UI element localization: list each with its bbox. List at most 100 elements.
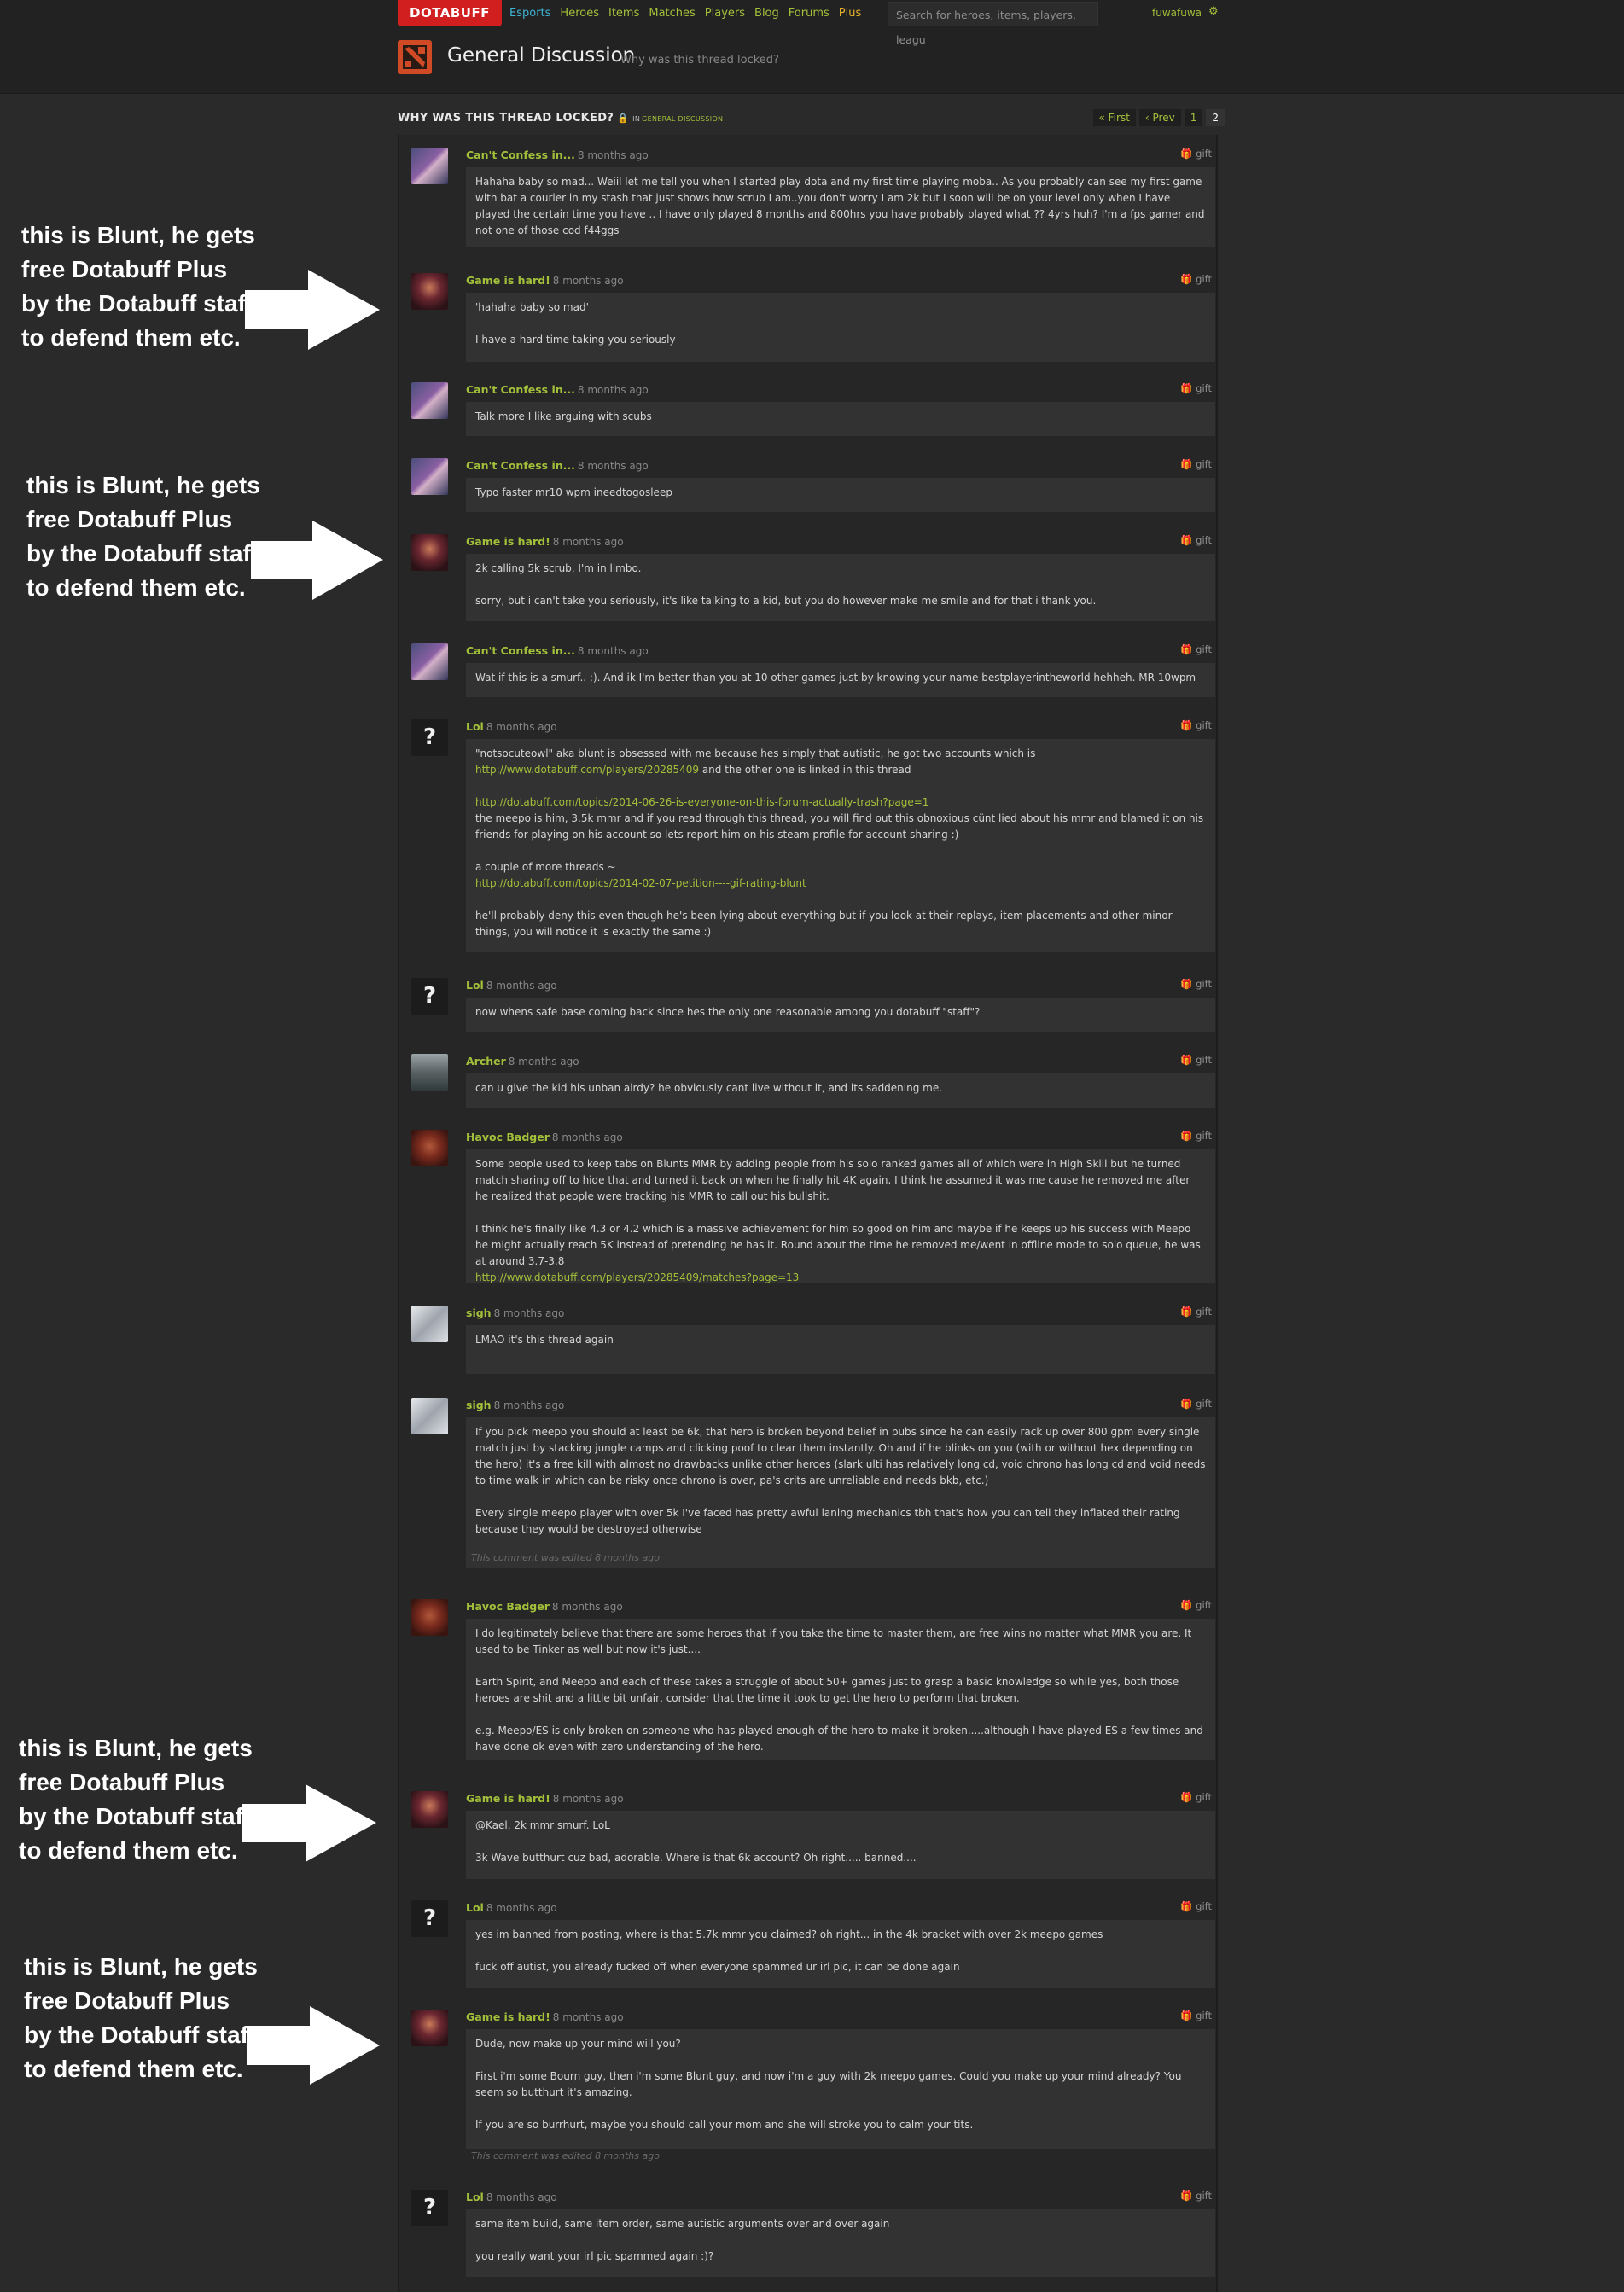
- gift-button[interactable]: 🎁 gift: [1180, 2190, 1212, 2202]
- gift-button[interactable]: 🎁 gift: [1180, 978, 1212, 990]
- post-body: @Kael, 2k mmr smurf. LoL 3k Wave butthurt…: [466, 1811, 1215, 1879]
- avatar[interactable]: [411, 148, 448, 184]
- avatar[interactable]: [411, 1398, 448, 1434]
- gift-button[interactable]: 🎁 gift: [1180, 1306, 1212, 1318]
- post-author[interactable]: Can't Confess in... 8 months ago: [466, 459, 649, 472]
- gift-button[interactable]: 🎁 gift: [1180, 1900, 1212, 1912]
- post-link[interactable]: http://dotabuff.com/topics/2014-02-07-pe…: [475, 877, 806, 889]
- pager-prev[interactable]: ‹ Prev: [1138, 109, 1181, 126]
- pager-page-1[interactable]: 1: [1184, 109, 1203, 126]
- post-author[interactable]: Lol 8 months ago: [466, 2190, 557, 2203]
- gift-button[interactable]: 🎁 gift: [1180, 719, 1212, 731]
- post-author[interactable]: Havoc Badger 8 months ago: [466, 1131, 623, 1143]
- avatar[interactable]: [411, 534, 448, 571]
- gear-icon[interactable]: ⚙: [1208, 5, 1219, 18]
- gift-button[interactable]: 🎁 gift: [1180, 1130, 1212, 1142]
- post-time: 8 months ago: [577, 645, 649, 657]
- thread-title-row: WHY WAS THIS THREAD LOCKED? 🔒 IN GENERAL DI…: [398, 112, 723, 125]
- avatar[interactable]: [411, 1054, 448, 1091]
- edited-note: This comment was edited 8 months ago: [471, 1552, 660, 1563]
- annotation-text: this is Blunt, he gets free Dotabuff Plu…: [19, 1735, 253, 1864]
- gift-icon: 🎁: [1180, 1599, 1193, 1611]
- post-author[interactable]: Game is hard! 8 months ago: [466, 2010, 624, 2023]
- avatar[interactable]: [411, 1130, 448, 1166]
- post-body: "notsocuteowl" aka blunt is obsessed wit…: [466, 739, 1215, 952]
- avatar[interactable]: [411, 643, 448, 680]
- avatar[interactable]: [411, 273, 448, 310]
- thread-category-link[interactable]: GENERAL DISCUSSION: [642, 115, 723, 123]
- gift-button[interactable]: 🎁 gift: [1180, 2010, 1212, 2021]
- arrow-right-icon: [245, 270, 380, 350]
- post-author[interactable]: Can't Confess in... 8 months ago: [466, 644, 649, 657]
- gift-icon: 🎁: [1180, 148, 1193, 160]
- post-author[interactable]: Lol 8 months ago: [466, 979, 557, 992]
- gift-icon: 🎁: [1180, 1130, 1193, 1142]
- gift-button[interactable]: 🎁 gift: [1180, 1791, 1212, 1803]
- post-author[interactable]: Game is hard! 8 months ago: [466, 535, 624, 548]
- post-link[interactable]: http://dotabuff.com/topics/2014-06-26-is…: [475, 796, 928, 808]
- post-time: 8 months ago: [508, 1056, 579, 1067]
- search-input[interactable]: Search for heroes, items, players, leagu: [888, 2, 1098, 46]
- avatar[interactable]: [411, 1599, 448, 1636]
- thread-title: WHY WAS THIS THREAD LOCKED?: [398, 112, 614, 125]
- dotabuff-logo[interactable]: DOTABUFF: [398, 0, 502, 26]
- post-time: 8 months ago: [552, 1793, 624, 1805]
- post-author[interactable]: Can't Confess in... 8 months ago: [466, 148, 649, 161]
- post-body: LMAO it's this thread again: [466, 1325, 1215, 1374]
- gift-button[interactable]: 🎁 gift: [1180, 534, 1212, 546]
- gift-button[interactable]: 🎁 gift: [1180, 1398, 1212, 1410]
- gift-icon: 🎁: [1180, 1791, 1193, 1803]
- post-author[interactable]: sigh 8 months ago: [466, 1399, 564, 1411]
- avatar[interactable]: [411, 382, 448, 419]
- gift-button[interactable]: 🎁 gift: [1180, 643, 1212, 655]
- nav-items[interactable]: Items: [608, 7, 639, 20]
- post-time: 8 months ago: [552, 275, 624, 287]
- gift-button[interactable]: 🎁 gift: [1180, 1599, 1212, 1611]
- gift-button[interactable]: 🎁 gift: [1180, 458, 1212, 470]
- thread-in-label: IN: [632, 115, 641, 123]
- nav-esports[interactable]: Esports: [509, 7, 550, 20]
- post-author[interactable]: Lol 8 months ago: [466, 720, 557, 733]
- avatar[interactable]: ?: [411, 1900, 448, 1937]
- annotation-text: this is Blunt, he gets free Dotabuff Plu…: [24, 1953, 258, 2082]
- gift-button[interactable]: 🎁 gift: [1180, 1054, 1212, 1066]
- nav-forums[interactable]: Forums: [789, 7, 829, 20]
- gift-icon: 🎁: [1180, 2190, 1193, 2202]
- post-time: 8 months ago: [486, 1902, 557, 1914]
- post-author[interactable]: Game is hard! 8 months ago: [466, 274, 624, 287]
- post-time: 8 months ago: [493, 1399, 565, 1411]
- avatar[interactable]: [411, 2010, 448, 2046]
- avatar[interactable]: ?: [411, 719, 448, 756]
- pager-page-2[interactable]: 2: [1206, 109, 1225, 126]
- post-link[interactable]: http://www.dotabuff.com/players/20285409: [475, 764, 699, 776]
- gift-icon: 🎁: [1180, 1306, 1193, 1318]
- avatar[interactable]: ?: [411, 2190, 448, 2226]
- gift-button[interactable]: 🎁 gift: [1180, 148, 1212, 160]
- post-time: 8 months ago: [552, 536, 624, 548]
- user-profile-link[interactable]: fuwafuwa: [1152, 7, 1202, 19]
- annotation-text: this is Blunt, he gets free Dotabuff Plu…: [26, 472, 260, 601]
- edited-note: This comment was edited 8 months ago: [471, 2150, 660, 2161]
- post-author[interactable]: Game is hard! 8 months ago: [466, 1792, 624, 1805]
- gift-icon: 🎁: [1180, 978, 1193, 990]
- avatar[interactable]: [411, 1791, 448, 1828]
- post-author[interactable]: Can't Confess in... 8 months ago: [466, 383, 649, 396]
- gift-button[interactable]: 🎁 gift: [1180, 273, 1212, 285]
- pager-first[interactable]: « First: [1092, 109, 1136, 126]
- nav-blog[interactable]: Blog: [754, 7, 779, 20]
- avatar[interactable]: [411, 1306, 448, 1342]
- nav-matches[interactable]: Matches: [649, 7, 695, 20]
- post-author[interactable]: Archer 8 months ago: [466, 1055, 579, 1067]
- post-author[interactable]: sigh 8 months ago: [466, 1306, 564, 1319]
- post-body: Dude, now make up your mind will you? Fir…: [466, 2029, 1215, 2149]
- nav-heroes[interactable]: Heroes: [560, 7, 599, 20]
- avatar[interactable]: [411, 458, 448, 495]
- post-author[interactable]: Lol 8 months ago: [466, 1901, 557, 1914]
- nav-players[interactable]: Players: [705, 7, 745, 20]
- gift-button[interactable]: 🎁 gift: [1180, 382, 1212, 394]
- post-author[interactable]: Havoc Badger 8 months ago: [466, 1600, 623, 1613]
- post-link[interactable]: http://www.dotabuff.com/players/20285409…: [475, 1271, 799, 1283]
- post-body: Some people used to keep tabs on Blunts …: [466, 1149, 1215, 1283]
- nav-plus[interactable]: Plus: [839, 7, 861, 20]
- avatar[interactable]: ?: [411, 978, 448, 1015]
